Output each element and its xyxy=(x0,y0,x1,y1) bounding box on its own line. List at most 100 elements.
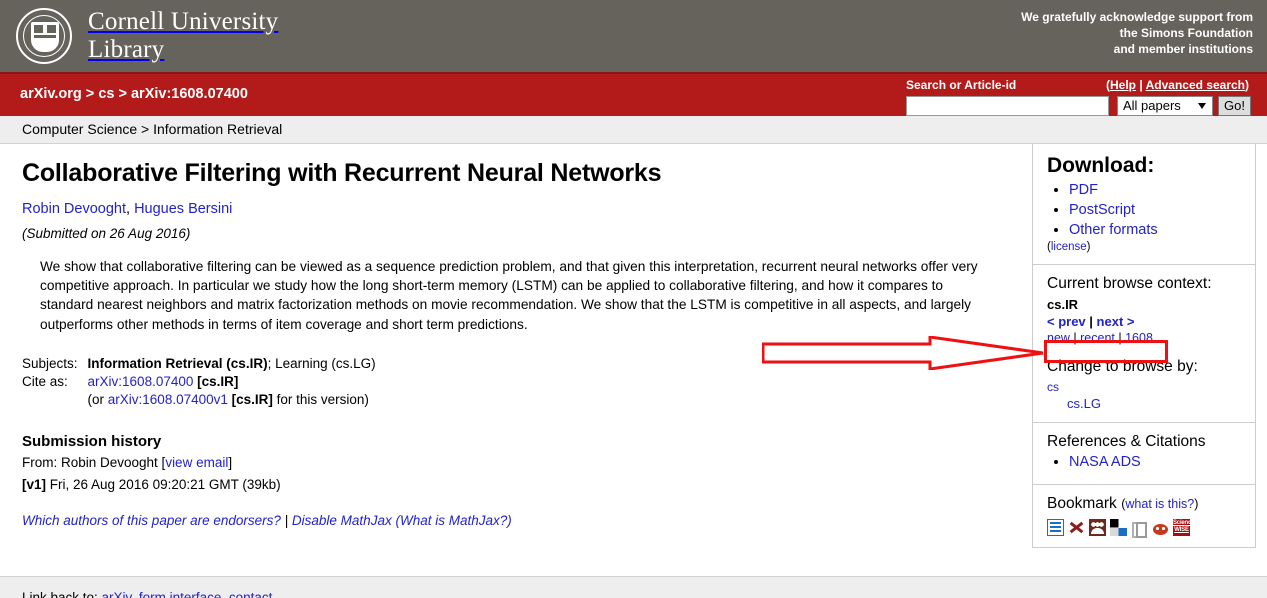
change-browse-heading: Change to browse by: xyxy=(1047,358,1198,375)
sub-separator-1: | xyxy=(1069,331,1081,345)
subject-breadcrumb-bar: Computer Science > Information Retrieval xyxy=(0,116,1267,144)
authors-list: Robin Devooght, Hugues Bersini xyxy=(22,201,993,217)
breadcrumb-arxiv-org[interactable]: arXiv.org xyxy=(20,86,82,102)
submission-from-label: From: Robin Devooght [ xyxy=(22,454,166,470)
what-is-mathjax-link[interactable]: (What is MathJax?) xyxy=(395,513,511,528)
change-browse-cs-link[interactable]: cs xyxy=(1047,380,1059,394)
submission-version-line: [v1] Fri, 26 Aug 2016 09:20:21 GMT (39kb… xyxy=(22,476,993,495)
cornell-wordmark-line2: Library xyxy=(88,36,165,63)
subjects-value: Information Retrieval (cs.IR); Learning … xyxy=(88,355,376,373)
submission-from-line: From: Robin Devooght [view email] xyxy=(22,454,993,473)
version-datetime: Fri, 26 Aug 2016 09:20:21 GMT (39kb) xyxy=(46,477,281,493)
download-postscript-link[interactable]: PostScript xyxy=(1069,202,1135,218)
search-header-row: Search or Article-id (Help | Advanced se… xyxy=(904,77,1249,94)
license-link[interactable]: license xyxy=(1051,241,1087,253)
breadcrumb-article-id: arXiv:1608.07400 xyxy=(130,86,248,102)
browse-next-link[interactable]: next > xyxy=(1097,314,1135,329)
arxiv-navbar: arXiv.org > cs > arXiv:1608.07400 Search… xyxy=(0,72,1267,116)
nasa-ads-link[interactable]: NASA ADS xyxy=(1069,454,1141,470)
view-email-link[interactable]: view email xyxy=(165,455,228,470)
ack-line-1: We gratefully acknowledge support from xyxy=(1021,10,1253,24)
subject-separator: ; xyxy=(267,355,276,371)
cite-version-link[interactable]: arXiv:1608.07400v1 xyxy=(108,392,228,407)
page-title: Collaborative Filtering with Recurrent N… xyxy=(22,159,662,187)
breadcrumb-sep-1: > xyxy=(81,86,99,102)
cite-category: [cs.IR] xyxy=(193,373,239,389)
sciencewise-icon[interactable]: Science WISE xyxy=(1173,519,1194,536)
references-heading: References & Citations xyxy=(1047,433,1206,450)
bookmark-what-is-this: (what is this?) xyxy=(1121,497,1198,511)
cornell-library-logo-link[interactable]: Cornell University Library xyxy=(16,8,278,64)
search-block: Search or Article-id (Help | Advanced se… xyxy=(904,77,1251,117)
license-paren-close: ) xyxy=(1086,241,1091,253)
table-row: Subjects: Information Retrieval (cs.IR);… xyxy=(22,355,376,373)
browse-context-category: cs.IR xyxy=(1047,297,1079,312)
references-citations-section: References & Citations NASA ADS xyxy=(1033,423,1255,485)
help-link[interactable]: Help xyxy=(1110,78,1136,92)
footer-form-interface-link[interactable]: form interface xyxy=(139,590,222,598)
what-is-this-link[interactable]: what is this? xyxy=(1125,497,1194,511)
browse-recent-link[interactable]: recent xyxy=(1080,331,1115,345)
endorsers-link[interactable]: Which authors of this paper are endorser… xyxy=(22,513,281,528)
search-scope-select[interactable]: All papers xyxy=(1117,96,1213,116)
endorsers-separator: | xyxy=(280,512,292,528)
delicious-icon[interactable] xyxy=(1110,519,1127,536)
cornell-header: Cornell University Library We gratefully… xyxy=(0,0,1267,72)
footer-arxiv-link[interactable]: arXiv xyxy=(102,590,132,598)
references-links-list: NASA ADS xyxy=(1047,453,1241,472)
search-help-links: (Help | Advanced search) xyxy=(1106,78,1249,92)
breadcrumb-sep-2: > xyxy=(114,86,131,102)
digg-icon[interactable] xyxy=(1131,519,1148,538)
list-item: Other formats xyxy=(1069,221,1241,240)
endorsers-row: Which authors of this paper are endorser… xyxy=(22,513,993,528)
bm-paren-close: ) xyxy=(1194,497,1199,511)
cornell-wordmark: Cornell University Library xyxy=(88,8,278,64)
cite-arxiv-id-link[interactable]: arXiv:1608.07400 xyxy=(88,374,194,389)
change-browse-cslg-link[interactable]: cs.LG xyxy=(1067,396,1101,411)
list-item: NASA ADS xyxy=(1069,453,1241,472)
submitted-date: (Submitted on 26 Aug 2016) xyxy=(22,226,191,241)
browse-month-link[interactable]: 1608 xyxy=(1125,331,1153,345)
disable-mathjax-link[interactable]: Disable MathJax xyxy=(292,513,392,528)
author-link-0[interactable]: Robin Devooght xyxy=(22,201,126,217)
search-input[interactable] xyxy=(906,96,1109,116)
browse-context-section: Current browse context: cs.IR < prev | n… xyxy=(1033,265,1255,423)
citeulike-icon[interactable] xyxy=(1089,519,1106,536)
change-browse-main: cs xyxy=(1047,380,1241,394)
footer-suffix: . xyxy=(272,590,277,598)
author-link-1[interactable]: Hugues Bersini xyxy=(134,201,232,217)
cornell-wordmark-line1: Cornell University xyxy=(88,8,279,35)
right-sidebar: Download: PDF PostScript Other formats (… xyxy=(1032,144,1256,548)
breadcrumb-cs[interactable]: cs xyxy=(98,86,114,102)
main-content: Collaborative Filtering with Recurrent N… xyxy=(0,144,1015,528)
help-separator: | xyxy=(1136,78,1146,92)
footer-contact-link[interactable]: contact xyxy=(229,590,273,598)
cite-as-value: arXiv:1608.07400 [cs.IR] (or arXiv:1608.… xyxy=(88,373,376,409)
list-item: PostScript xyxy=(1069,201,1241,220)
bibsonomy-icon[interactable] xyxy=(1047,519,1064,536)
footer-sep-0: , xyxy=(131,590,139,598)
subject-breadcrumb-text: Computer Science > Information Retrieval xyxy=(22,121,283,137)
subjects-label: Subjects: xyxy=(22,355,78,371)
reddit-icon[interactable] xyxy=(1152,519,1169,536)
bookmark-heading: Bookmark xyxy=(1047,495,1117,512)
download-pdf-link[interactable]: PDF xyxy=(1069,182,1098,198)
list-item: PDF xyxy=(1069,181,1241,200)
cite-version-category: [cs.IR] xyxy=(227,391,273,407)
search-scope-value: All papers xyxy=(1123,98,1181,113)
download-heading: Download: xyxy=(1047,154,1155,177)
search-go-button[interactable]: Go! xyxy=(1218,96,1251,116)
subject-secondary: Learning (cs.LG) xyxy=(275,355,376,371)
footer-sep-1: , xyxy=(221,590,229,598)
download-other-formats-link[interactable]: Other formats xyxy=(1069,222,1158,238)
browse-prev-link[interactable]: < prev xyxy=(1047,314,1086,329)
seal-book-shape xyxy=(34,35,56,47)
cite-version-suffix: for this version) xyxy=(272,391,369,407)
chevron-down-icon xyxy=(1198,103,1206,109)
author-sep-0: , xyxy=(126,201,135,217)
change-browse-sub: cs.LG xyxy=(1067,396,1241,411)
browse-new-link[interactable]: new xyxy=(1047,331,1070,345)
mendeley-icon[interactable] xyxy=(1068,519,1085,536)
browse-context-heading: Current browse context: xyxy=(1047,275,1212,292)
advanced-search-link[interactable]: Advanced search xyxy=(1146,78,1245,92)
